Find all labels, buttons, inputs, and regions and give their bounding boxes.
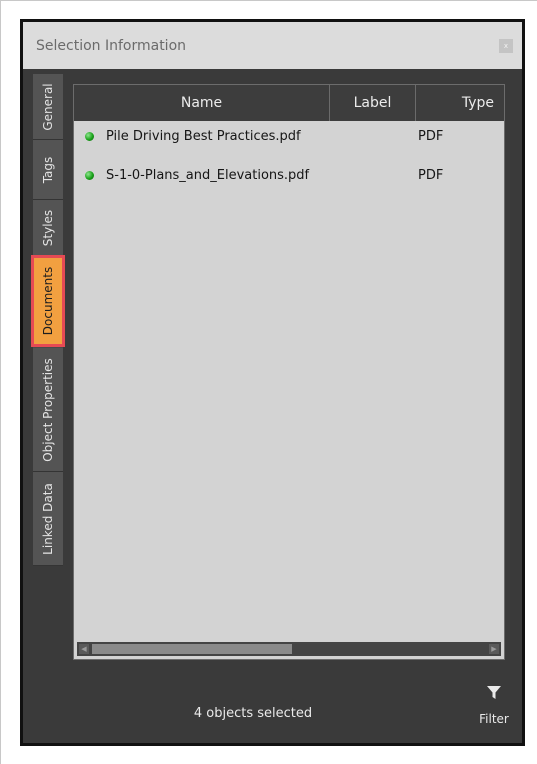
- side-tab-strip: General Tags Styles Documents Object Pro…: [31, 74, 65, 566]
- filter-label: Filter: [479, 712, 509, 726]
- column-header-label[interactable]: Label: [330, 85, 416, 121]
- selection-information-window: Selection Information x General Tags Sty…: [20, 19, 525, 746]
- horizontal-scrollbar[interactable]: ◀ ▶: [77, 642, 501, 656]
- tab-tags-label: Tags: [41, 156, 55, 183]
- tab-general[interactable]: General: [33, 74, 63, 140]
- selection-count-text: 4 objects selected: [193, 706, 313, 721]
- table-row[interactable]: S-1-0-Plans_and_Elevations.pdf PDF: [74, 166, 504, 188]
- document-type: PDF: [418, 168, 444, 183]
- document-type: PDF: [418, 129, 444, 144]
- tab-general-label: General: [41, 82, 55, 131]
- tab-linked-data-label: Linked Data: [41, 482, 55, 555]
- tab-object-properties[interactable]: Object Properties: [33, 348, 63, 472]
- table-row[interactable]: Pile Driving Best Practices.pdf PDF: [74, 127, 504, 149]
- page-border-left: [0, 0, 1, 764]
- tab-styles-label: Styles: [41, 209, 55, 246]
- tab-tags[interactable]: Tags: [33, 140, 63, 200]
- document-name: S-1-0-Plans_and_Elevations.pdf: [106, 168, 310, 183]
- scroll-right-arrow-icon[interactable]: ▶: [489, 644, 499, 654]
- column-header-name[interactable]: Name: [74, 85, 330, 121]
- column-header-type[interactable]: Type: [416, 85, 502, 121]
- close-button[interactable]: x: [499, 39, 513, 53]
- documents-list: Name Label Type Pile Driving Best Practi…: [73, 84, 505, 660]
- tab-linked-data[interactable]: Linked Data: [33, 472, 63, 566]
- scrollbar-thumb[interactable]: [92, 644, 292, 654]
- funnel-icon: [487, 686, 501, 699]
- document-name: Pile Driving Best Practices.pdf: [106, 129, 301, 144]
- status-dot-icon: [85, 132, 94, 141]
- window-title: Selection Information: [36, 38, 187, 54]
- tab-documents-label: Documents: [41, 266, 55, 335]
- filter-button[interactable]: Filter: [472, 684, 516, 730]
- tab-documents[interactable]: Documents: [31, 255, 65, 347]
- page-border-top: [0, 0, 537, 1]
- table-header: Name Label Type: [74, 85, 504, 121]
- tab-object-properties-label: Object Properties: [41, 357, 55, 462]
- scroll-left-arrow-icon[interactable]: ◀: [79, 644, 89, 654]
- title-bar[interactable]: Selection Information x: [23, 22, 522, 69]
- tab-styles[interactable]: Styles: [33, 200, 63, 256]
- status-dot-icon: [85, 171, 94, 180]
